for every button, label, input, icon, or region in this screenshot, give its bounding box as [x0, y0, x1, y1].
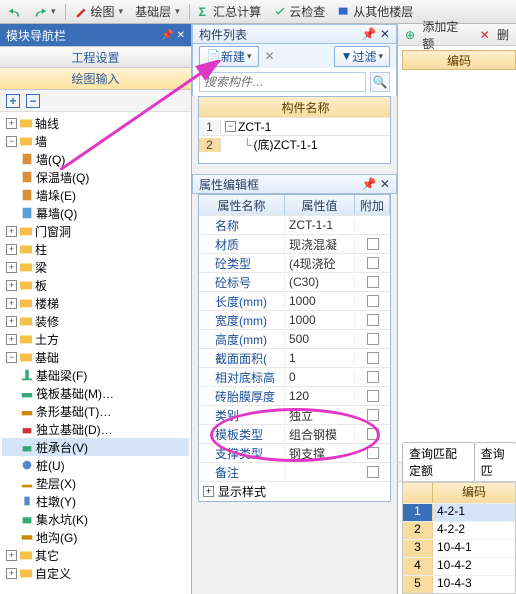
prop-row[interactable]: 宽度(mm)1000: [199, 310, 390, 329]
prop-row[interactable]: 相对底标高0: [199, 367, 390, 386]
sum-calc-button[interactable]: Σ 汇总计算: [196, 2, 265, 21]
norm-grid: 编码 14-2-124-2-2310-4-1410-4-2510-4-3: [402, 482, 516, 594]
table-row[interactable]: 410-4-2: [403, 557, 515, 575]
props-title: 属性编辑框📌 ✕: [192, 174, 397, 194]
prop-row[interactable]: 支撑类型钢支撑: [199, 443, 390, 462]
table-row[interactable]: 2└ (底)ZCT-1-1: [199, 135, 390, 153]
right-panel: ⊕ 添加定额 ✕ 删 编码 查询匹配定额 查询匹 编码 14-2-124-2-2…: [398, 24, 516, 594]
redo-dropdown[interactable]: [30, 4, 59, 20]
code-header: 编码: [402, 50, 516, 70]
tab-query[interactable]: 查询匹: [474, 442, 516, 481]
collapse-all-icon[interactable]: −: [26, 94, 40, 108]
props-grid: 属性名称 属性值 附加 名称ZCT-1-1材质现浇混凝砼类型(4现浇砼砼标号(C…: [198, 194, 391, 502]
prop-row[interactable]: 名称ZCT-1-1: [199, 215, 390, 234]
prop-row[interactable]: 模板类型组合钢模: [199, 424, 390, 443]
prop-row[interactable]: 截面面积(1: [199, 348, 390, 367]
component-panel: 构件列表📌 ✕ 📄 新建 ✕ ▼ 过滤 🔍 构件名称 1−ZCT-1 2└ (底…: [192, 24, 398, 594]
draw-input-button[interactable]: 绘图输入: [0, 68, 191, 90]
pin-icon[interactable]: 📌 ✕: [362, 27, 390, 41]
component-grid: 构件名称 1−ZCT-1 2└ (底)ZCT-1-1: [198, 96, 391, 164]
table-row[interactable]: 24-2-2: [403, 521, 515, 539]
layer-menu[interactable]: 基础层: [132, 2, 183, 21]
sidebar-title: 模块导航栏 📌 ✕: [0, 24, 191, 46]
module-nav: 模块导航栏 📌 ✕ 工程设置 绘图输入 + − +轴线 −墙 墙(Q) 保温墙(…: [0, 24, 192, 594]
prop-row[interactable]: 砖胎膜厚度120: [199, 386, 390, 405]
search-input[interactable]: [199, 72, 366, 92]
project-settings-button[interactable]: 工程设置: [0, 46, 191, 68]
cloud-check-button[interactable]: 云检查: [270, 2, 328, 21]
expand-all-icon[interactable]: +: [6, 94, 20, 108]
prop-row[interactable]: 备注: [199, 462, 390, 481]
delete-button[interactable]: ✕ 删: [477, 25, 512, 44]
pin-icon[interactable]: 📌 ✕: [161, 30, 185, 41]
pin-icon[interactable]: 📌 ✕: [362, 177, 390, 191]
prop-row[interactable]: 类别独立: [199, 405, 390, 424]
nav-tree: +轴线 −墙 墙(Q) 保温墙(Q) 墙垛(E) 幕墙(Q) +门窗洞 +柱 +…: [0, 112, 191, 594]
undo-icon[interactable]: [4, 4, 24, 20]
prop-row[interactable]: 砼类型(4现浇砼: [199, 253, 390, 272]
prop-row[interactable]: 砼标号(C30): [199, 272, 390, 291]
table-row[interactable]: 14-2-1: [403, 503, 515, 521]
toggle-icon[interactable]: +: [6, 118, 17, 129]
drawing-menu[interactable]: 绘图: [72, 2, 127, 21]
prop-row[interactable]: 材质现浇混凝: [199, 234, 390, 253]
component-list-title: 构件列表📌 ✕: [192, 24, 397, 44]
search-icon[interactable]: 🔍: [370, 72, 390, 92]
table-row[interactable]: 510-4-3: [403, 575, 515, 593]
prop-row[interactable]: 长度(mm)1000: [199, 291, 390, 310]
filter-button[interactable]: ▼ 过滤: [334, 46, 390, 67]
table-row[interactable]: 310-4-1: [403, 539, 515, 557]
display-style-row[interactable]: +显示样式: [199, 481, 390, 501]
tab-match[interactable]: 查询匹配定额: [402, 442, 475, 481]
add-norm-button[interactable]: ⊕ 添加定额: [402, 17, 473, 53]
prop-row[interactable]: 高度(mm)500: [199, 329, 390, 348]
new-button[interactable]: 📄 新建: [199, 46, 259, 67]
table-row[interactable]: 1−ZCT-1: [199, 117, 390, 135]
